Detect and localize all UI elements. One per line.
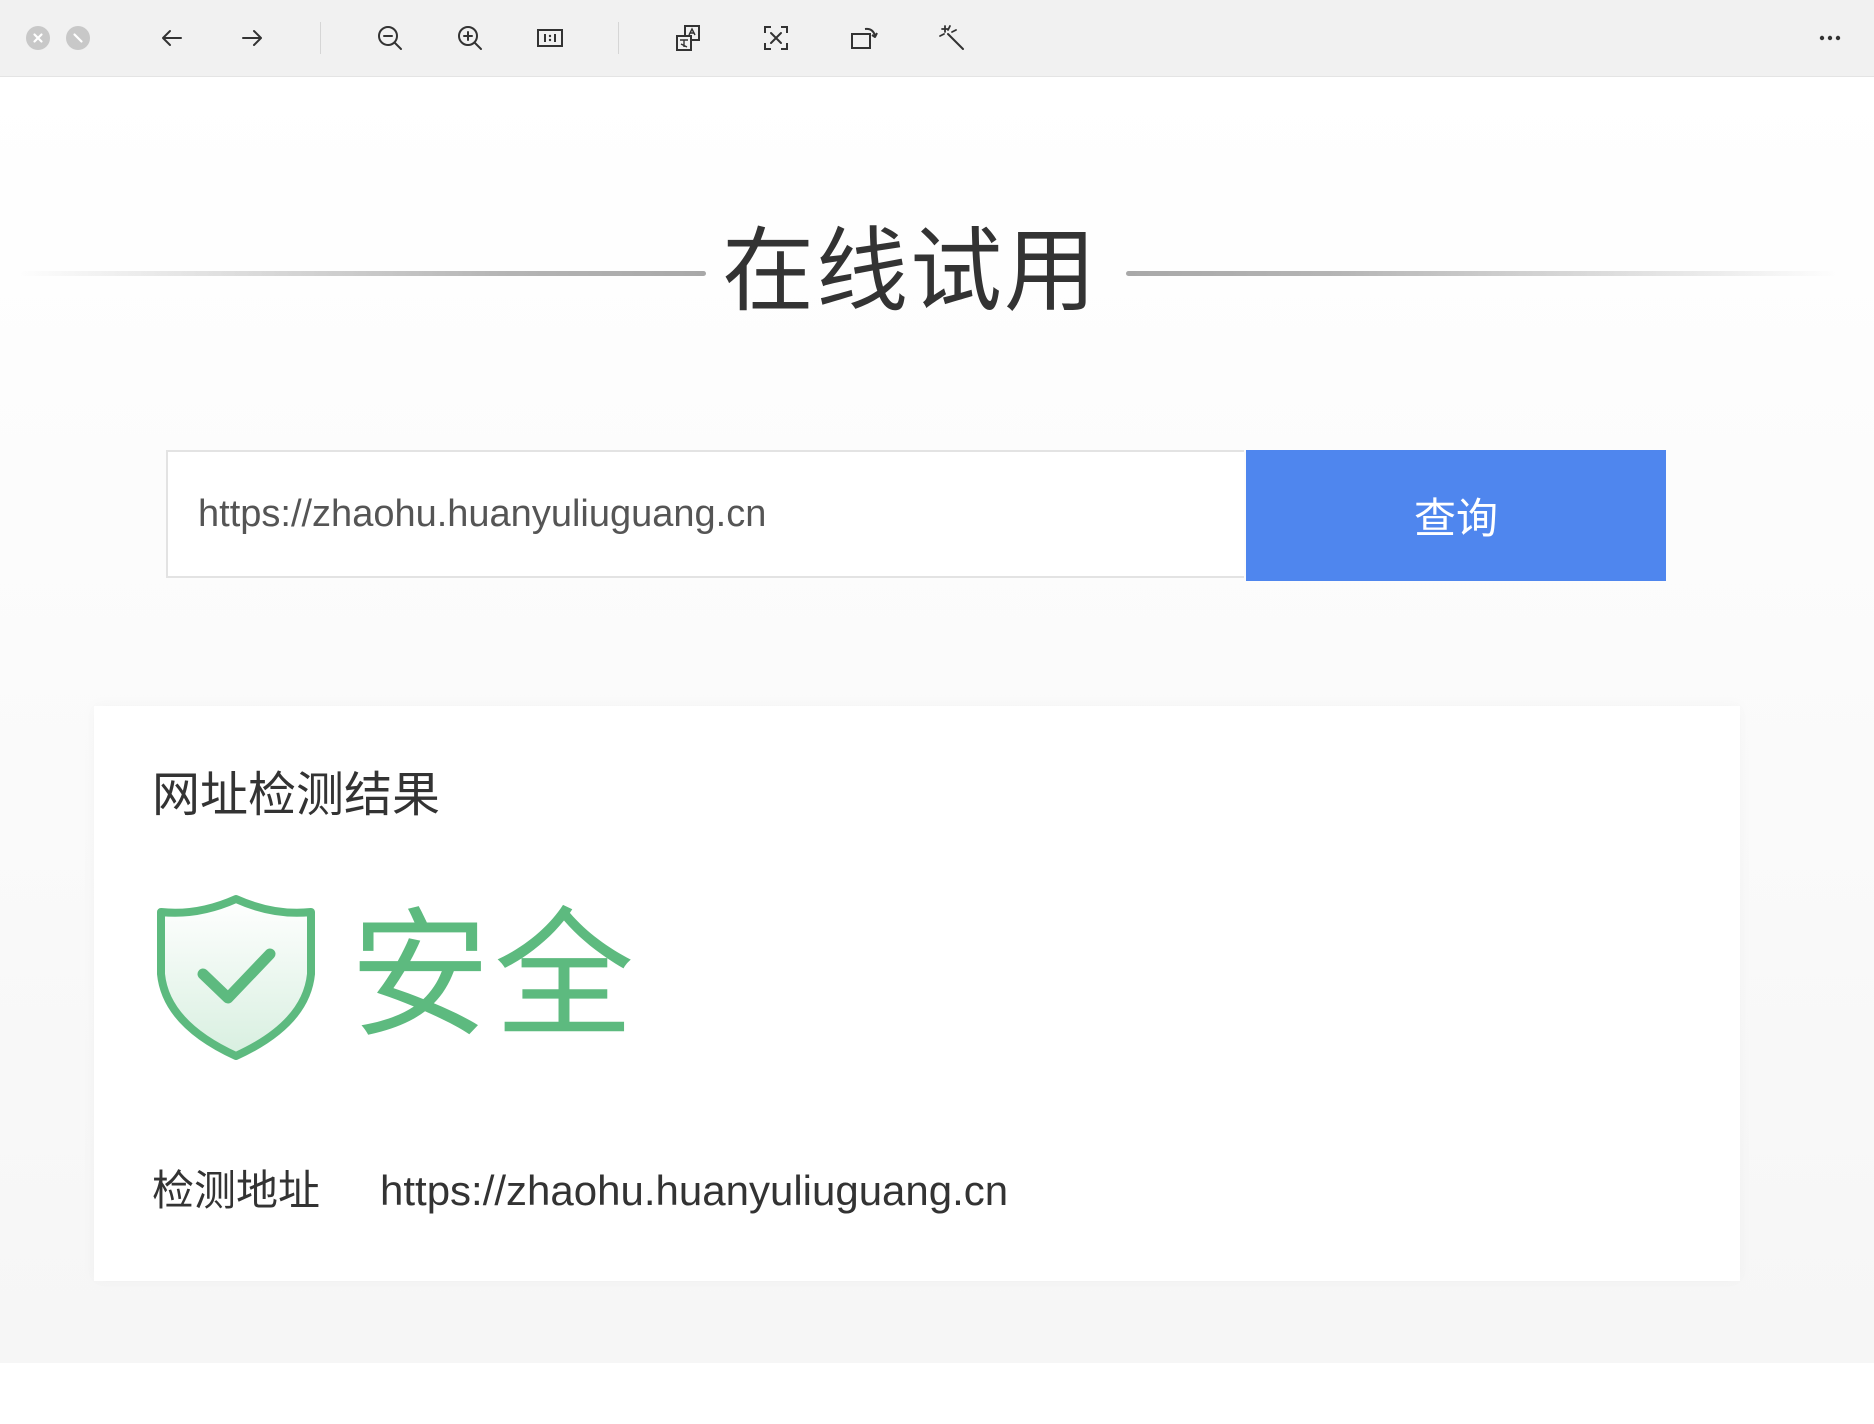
address-label: 检测地址 [152,1167,321,1214]
address-value: https://zhaohu.huanyuliuguang.cn [380,1167,1009,1214]
back-arrow-icon[interactable] [154,20,190,56]
shield-check-icon [157,895,315,1060]
zoom-out-icon[interactable] [372,20,408,56]
more-icon[interactable] [1812,20,1848,56]
magic-wand-icon[interactable] [934,20,970,56]
query-button[interactable]: 查询 [1246,450,1666,581]
url-input[interactable] [166,450,1244,578]
minimize-icon[interactable] [66,26,90,50]
zoom-in-icon[interactable] [452,20,488,56]
title-divider-right [1126,271,1836,276]
page-title: 在线试用 [721,221,1098,323]
toolbar-divider [618,22,619,54]
rotate-icon[interactable] [846,20,882,56]
close-icon[interactable] [26,26,50,50]
translate-icon[interactable] [670,20,706,56]
actual-size-icon[interactable] [532,20,568,56]
viewer-toolbar [0,0,1874,77]
result-card: 网址检测结果 安全 检测地址 https://zhaohu.huanyuliug… [94,706,1740,1281]
text-recognition-icon[interactable] [758,20,794,56]
forward-arrow-icon[interactable] [234,20,270,56]
title-divider-left [20,271,706,276]
toolbar-divider [320,22,321,54]
page-content: 在线试用 查询 网址检测结果 安全 检测地址 https://zhaohu.hu… [0,77,1874,1363]
result-title: 网址检测结果 [152,769,441,822]
status-text: 安全 [350,897,639,1054]
